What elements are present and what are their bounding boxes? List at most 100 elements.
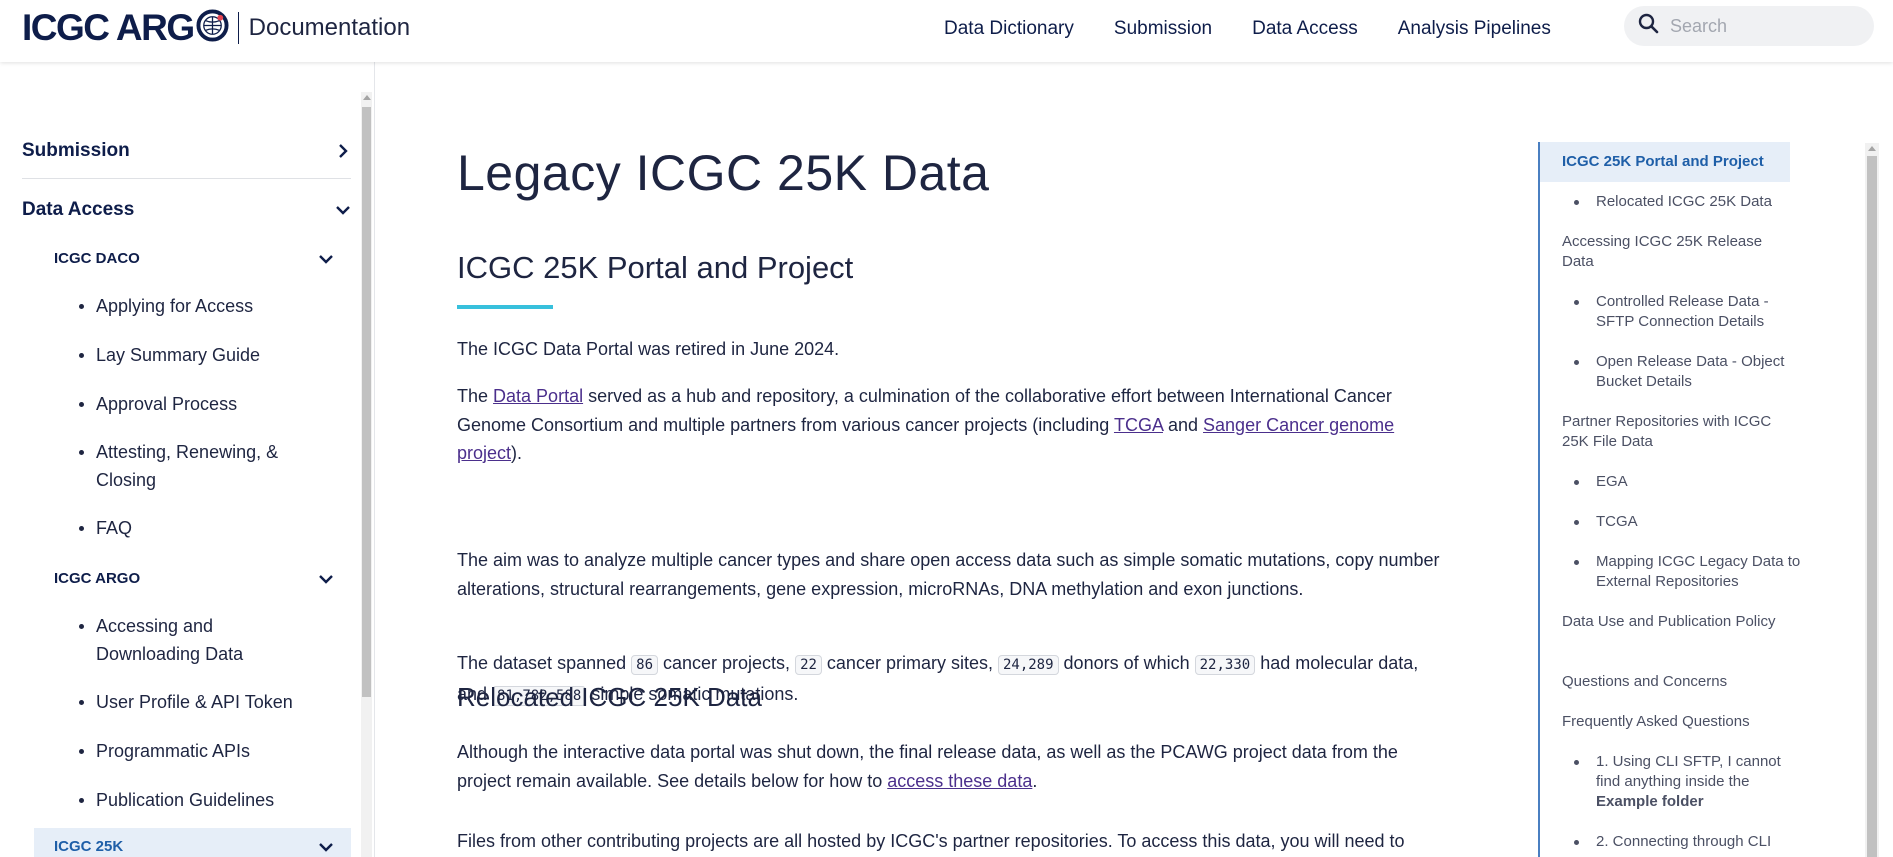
bullet-icon bbox=[1574, 560, 1579, 565]
nav-submission[interactable]: Submission bbox=[1114, 18, 1212, 40]
toc-scroll-up-icon[interactable] bbox=[1868, 146, 1876, 151]
sidebar-scroll-up-icon[interactable] bbox=[363, 95, 371, 100]
sidebar-scrollbar-thumb[interactable] bbox=[362, 107, 371, 697]
bullet-icon bbox=[79, 624, 84, 629]
bullet-icon bbox=[1574, 840, 1579, 845]
site-logo[interactable]: ICGC ARG Documentation bbox=[22, 6, 410, 50]
page-title: Legacy ICGC 25K Data bbox=[457, 145, 990, 201]
nav-analysis-pipelines[interactable]: Analysis Pipelines bbox=[1398, 18, 1551, 40]
sidebar-item-data-access[interactable]: Data Access bbox=[22, 199, 351, 221]
sidebar-link-publication-guidelines[interactable]: Publication Guidelines bbox=[78, 786, 308, 814]
paragraph-relocated: Although the interactive data portal was… bbox=[457, 738, 1447, 795]
toc-link-label: Relocated ICGC 25K Data bbox=[1596, 193, 1772, 210]
text-run: cancer primary sites, bbox=[821, 653, 998, 673]
chevron-down-icon bbox=[319, 574, 333, 584]
link-data-portal[interactable]: Data Portal bbox=[493, 386, 583, 406]
bullet-icon bbox=[79, 526, 84, 531]
bullet-icon bbox=[79, 450, 84, 455]
toc-link-controlled-release-sftp[interactable]: Controlled Release Data - SFTP Connectio… bbox=[1574, 292, 1801, 332]
link-tcga[interactable]: TCGA bbox=[1114, 415, 1163, 435]
toc-link-label: 2. Connecting through CLI bbox=[1596, 833, 1772, 850]
bullet-icon bbox=[79, 304, 84, 309]
sidebar-link-label: Accessing and Downloading Data bbox=[96, 616, 244, 664]
sidebar-link-accessing-downloading-data[interactable]: Accessing and Downloading Data bbox=[78, 612, 308, 668]
sidebar-link-label: User Profile & API Token bbox=[96, 692, 293, 712]
toc-link-relocated-data[interactable]: Relocated ICGC 25K Data bbox=[1574, 192, 1801, 212]
sidebar-section-label: ICGC ARGO bbox=[54, 570, 141, 587]
sidebar-link-faq[interactable]: FAQ bbox=[78, 514, 308, 542]
sidebar-link-approval-process[interactable]: Approval Process bbox=[78, 390, 308, 418]
toc-scrollbar-thumb[interactable] bbox=[1867, 156, 1877, 857]
toc-link-faq-1[interactable]: 1. Using CLI SFTP, I cannot find anythin… bbox=[1574, 752, 1801, 812]
stat-projects: 86 bbox=[631, 655, 658, 675]
toc-link-label: TCGA bbox=[1596, 513, 1638, 530]
toc-link-label: Controlled Release Data - SFTP Connectio… bbox=[1596, 293, 1769, 330]
search-box[interactable] bbox=[1624, 6, 1874, 46]
sidebar-item-label: Data Access bbox=[22, 199, 135, 220]
paragraph-partner-repos: Files from other contributing projects a… bbox=[457, 831, 1405, 851]
text-run: The bbox=[457, 386, 494, 406]
section-heading-underline bbox=[457, 305, 553, 309]
text-run: and bbox=[1162, 414, 1204, 435]
toc-link-tcga[interactable]: TCGA bbox=[1574, 512, 1801, 532]
toc-link-label: Open Release Data - Object Bucket Detail… bbox=[1596, 353, 1785, 390]
top-nav: Data Dictionary Submission Data Access A… bbox=[944, 18, 1591, 40]
sidebar-link-label: Applying for Access bbox=[96, 296, 254, 316]
stat-primary-sites: 22 bbox=[795, 655, 822, 675]
sidebar-link-attesting-renewing-closing[interactable]: Attesting, Renewing, & Closing bbox=[78, 438, 308, 494]
toc-link-label: 1. Using CLI SFTP, I cannot find anythin… bbox=[1596, 753, 1781, 790]
section-heading: ICGC 25K Portal and Project bbox=[457, 250, 854, 285]
nav-data-dictionary[interactable]: Data Dictionary bbox=[944, 18, 1074, 40]
nav-data-access[interactable]: Data Access bbox=[1252, 18, 1358, 40]
sidebar-section-icgc-25k[interactable]: ICGC 25K bbox=[54, 838, 334, 855]
sidebar-link-lay-summary-guide[interactable]: Lay Summary Guide bbox=[78, 341, 308, 369]
sidebar-section-icgc-daco[interactable]: ICGC DACO bbox=[54, 250, 334, 267]
toc-link-data-use-policy[interactable]: Data Use and Publication Policy bbox=[1562, 612, 1787, 632]
logo-divider bbox=[237, 12, 239, 44]
toc-link-questions-concerns[interactable]: Questions and Concerns bbox=[1562, 672, 1787, 692]
stat-donors: 24,289 bbox=[997, 655, 1059, 675]
bullet-icon bbox=[1574, 300, 1579, 305]
search-icon bbox=[1636, 11, 1662, 42]
search-input[interactable] bbox=[1670, 15, 1860, 37]
sidebar-section-label: ICGC DACO bbox=[54, 250, 140, 267]
link-access-these-data[interactable]: access these data bbox=[887, 771, 1032, 791]
bullet-icon bbox=[1574, 520, 1579, 525]
sidebar-item-submission[interactable]: Submission bbox=[22, 140, 351, 162]
text-run: The dataset spanned bbox=[457, 653, 632, 673]
bullet-icon bbox=[1574, 760, 1579, 765]
text-run: ). bbox=[511, 443, 523, 463]
bullet-icon bbox=[79, 798, 84, 803]
sidebar-link-applying-for-access[interactable]: Applying for Access bbox=[78, 292, 308, 320]
sidebar-section-label: ICGC 25K bbox=[54, 838, 124, 855]
sidebar-section-icgc-argo[interactable]: ICGC ARGO bbox=[54, 570, 334, 587]
chevron-down-icon bbox=[319, 842, 333, 852]
subsection-heading: Relocated ICGC 25K Data bbox=[457, 682, 762, 712]
sidebar-link-label: Approval Process bbox=[96, 394, 238, 414]
text-run: cancer projects, bbox=[658, 653, 796, 673]
bullet-icon bbox=[79, 353, 84, 358]
bullet-icon bbox=[79, 749, 84, 754]
paragraph-data-portal: The Data Portal served as a hub and repo… bbox=[457, 382, 1447, 468]
toc-link-accessing-release-data[interactable]: Accessing ICGC 25K Release Data bbox=[1562, 232, 1787, 272]
stat-molecular-donors: 22,330 bbox=[1194, 655, 1256, 675]
toc-link-label: EGA bbox=[1596, 473, 1628, 490]
globe-logo-icon bbox=[196, 9, 229, 47]
sidebar-link-programmatic-apis[interactable]: Programmatic APIs bbox=[78, 737, 308, 765]
toc-link-open-release-bucket[interactable]: Open Release Data - Object Bucket Detail… bbox=[1574, 352, 1801, 392]
main-content: Legacy ICGC 25K Data ICGC 25K Portal and… bbox=[457, 62, 1457, 857]
paragraph-retired: The ICGC Data Portal was retired in June… bbox=[457, 339, 840, 359]
toc-link-faq[interactable]: Frequently Asked Questions bbox=[1562, 712, 1787, 732]
toc-link-mapping-legacy-data[interactable]: Mapping ICGC Legacy Data to External Rep… bbox=[1574, 552, 1801, 592]
toc-link-portal-and-project[interactable]: ICGC 25K Portal and Project bbox=[1562, 152, 1787, 172]
text-run: . bbox=[1032, 770, 1038, 791]
logo-subtitle: Documentation bbox=[248, 14, 411, 41]
toc-link-faq-2[interactable]: 2. Connecting through CLI bbox=[1574, 832, 1801, 852]
paragraph-aim: The aim was to analyze multiple cancer t… bbox=[457, 550, 1440, 599]
toc-link-ega[interactable]: EGA bbox=[1574, 472, 1801, 492]
sidebar-link-user-profile-api-token[interactable]: User Profile & API Token bbox=[78, 688, 308, 716]
toc-link-label: Mapping ICGC Legacy Data to External Rep… bbox=[1596, 553, 1801, 590]
toc-link-partner-repositories[interactable]: Partner Repositories with ICGC 25K File … bbox=[1562, 412, 1787, 452]
chevron-right-icon bbox=[339, 144, 348, 158]
bullet-icon bbox=[79, 402, 84, 407]
